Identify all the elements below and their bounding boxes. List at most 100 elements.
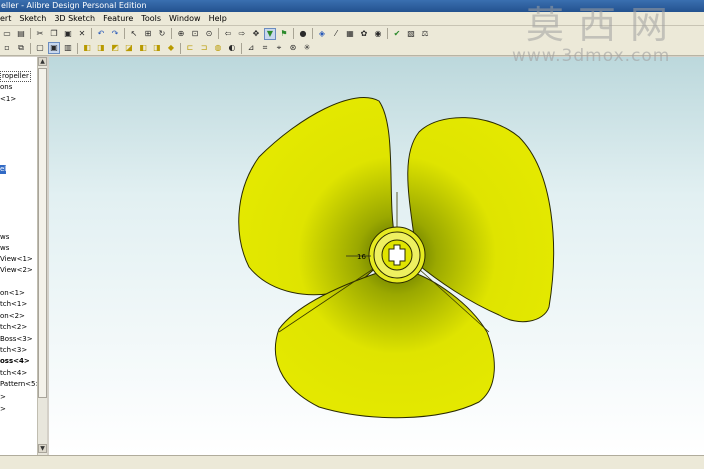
toolbar-separator xyxy=(30,28,31,39)
menu-feature[interactable]: Feature xyxy=(103,12,133,26)
3d-viewport[interactable]: 16 xyxy=(49,57,704,455)
mesh-icon[interactable]: ⊛ xyxy=(287,42,299,54)
explode-icon[interactable]: ✳ xyxy=(301,42,313,54)
analysis-icon[interactable]: ⌗ xyxy=(259,42,271,54)
scroll-down-arrow-icon[interactable]: ▼ xyxy=(38,444,47,453)
measure-line-icon[interactable]: ⁄ xyxy=(330,28,342,40)
new-part-icon[interactable]: ▫ xyxy=(1,42,13,54)
view-right-icon[interactable]: ◨ xyxy=(151,42,163,54)
tree-item-views-2[interactable]: ws xyxy=(0,244,9,253)
sketch-3d-icon[interactable]: ▣ xyxy=(48,42,60,54)
zoom-in-icon[interactable]: ⊕ xyxy=(175,28,187,40)
pan-icon[interactable]: ✥ xyxy=(250,28,262,40)
tree-scrollbar[interactable]: ▲ ▼ xyxy=(37,57,47,455)
tree-item-sketch-4[interactable]: tch<4> xyxy=(0,369,27,378)
toolbar-separator xyxy=(171,28,172,39)
tree-item-extrusion-2[interactable]: on<2> xyxy=(0,312,25,321)
propeller-model[interactable]: 16 xyxy=(49,57,704,455)
print-preview-icon[interactable]: ▤ xyxy=(15,28,27,40)
view-front-icon[interactable]: ◧ xyxy=(81,42,93,54)
view-top-icon[interactable]: ◩ xyxy=(109,42,121,54)
toolbar-separator xyxy=(180,42,181,54)
menu-3d-sketch[interactable]: 3D Sketch xyxy=(54,12,95,26)
checkmark-flag-icon[interactable]: ⚑ xyxy=(278,28,290,40)
tree-item-view-1[interactable]: View<1> xyxy=(0,255,33,264)
view-left-icon[interactable]: ◧ xyxy=(137,42,149,54)
delete-icon[interactable]: ✕ xyxy=(76,28,88,40)
material-icon[interactable]: ◉ xyxy=(372,28,384,40)
tree-item-expander[interactable]: > xyxy=(0,405,6,414)
tree-item-sketch-3[interactable]: tch<3> xyxy=(0,346,27,355)
tree-item-boss-4[interactable]: oss<4> xyxy=(0,357,30,366)
normal-to-icon[interactable]: ⊏ xyxy=(184,42,196,54)
rotate-view-icon[interactable]: ↻ xyxy=(156,28,168,40)
tree-item-extrusion-1[interactable]: on<1> xyxy=(0,289,25,298)
menu-sketch[interactable]: Sketch xyxy=(19,12,46,26)
status-bar xyxy=(0,455,704,469)
tree-item-expander[interactable]: > xyxy=(0,393,6,402)
properties-icon[interactable]: ▧ xyxy=(405,28,417,40)
toolbar-separator xyxy=(312,28,313,39)
menu-insert[interactable]: ert xyxy=(0,12,11,26)
toolbar-separator xyxy=(241,42,242,54)
measurement-icon[interactable]: ⌖ xyxy=(273,42,285,54)
tree-item-views[interactable]: ws xyxy=(0,233,9,242)
select-arrow-icon[interactable]: ↖ xyxy=(128,28,140,40)
tree-item-view-2[interactable]: View<2> xyxy=(0,266,33,275)
feature-filter-icon[interactable]: ▼ xyxy=(264,27,276,40)
toolbar-separator xyxy=(387,28,388,39)
tree-item-configurations[interactable]: ons xyxy=(0,83,12,92)
measure-tool-icon[interactable]: ◈ xyxy=(316,28,328,40)
tree-item-faded-2 xyxy=(0,185,2,194)
redo-icon[interactable]: ↷ xyxy=(109,28,121,40)
copy-icon[interactable]: ❐ xyxy=(48,28,60,40)
toolbar-separator xyxy=(218,28,219,39)
shaded-display-icon[interactable]: ◐ xyxy=(226,42,238,54)
scroll-up-arrow-icon[interactable]: ▲ xyxy=(38,57,47,66)
menu-window[interactable]: Window xyxy=(169,12,201,26)
menu-help[interactable]: Help xyxy=(209,12,227,26)
render-mode-icon[interactable]: ● xyxy=(297,28,309,40)
title-bar: eller - Alibre Design Personal Edition xyxy=(0,0,704,12)
chart-icon[interactable]: ⊿ xyxy=(245,42,257,54)
accept-check-icon[interactable]: ✔ xyxy=(391,28,403,40)
paste-icon[interactable]: ▣ xyxy=(62,28,74,40)
section-view-icon[interactable]: ◍ xyxy=(212,42,224,54)
toolbar-separator xyxy=(124,28,125,39)
scrollbar-thumb[interactable] xyxy=(38,68,47,398)
tree-item-sketch-2[interactable]: tch<2> xyxy=(0,323,27,332)
color-palette-icon[interactable]: ✿ xyxy=(358,28,370,40)
table-icon[interactable]: ▦ xyxy=(344,28,356,40)
menu-tools[interactable]: Tools xyxy=(141,12,161,26)
view-bottom-icon[interactable]: ◪ xyxy=(123,42,135,54)
select-box-icon[interactable]: ⊞ xyxy=(142,28,154,40)
new-assembly-icon[interactable]: ⧉ xyxy=(15,42,27,54)
cut-icon[interactable]: ✂ xyxy=(34,28,46,40)
tree-item-root[interactable]: ropeller xyxy=(0,71,31,82)
zoom-window-icon[interactable]: ⊡ xyxy=(189,28,201,40)
dimension-label[interactable]: 16 xyxy=(357,253,366,261)
menu-bar: ert Sketch 3D Sketch Feature Tools Windo… xyxy=(0,12,704,26)
view-isometric-icon[interactable]: ◆ xyxy=(165,42,177,54)
sketch-2d-icon[interactable]: ▢ xyxy=(34,42,46,54)
standard-toolbar: ▭ ▤ ✂ ❐ ▣ ✕ ↶ ↷ ↖ ⊞ ↻ ⊕ ⊡ ⊙ ⇦ ⇨ ✥ ▼ ⚑ ● … xyxy=(0,26,704,41)
tree-item-selected[interactable]: el xyxy=(0,165,7,174)
print-icon[interactable]: ▭ xyxy=(1,28,13,40)
look-at-icon[interactable]: ⊐ xyxy=(198,42,210,54)
toolbar-separator xyxy=(30,42,31,54)
view-toolbar: ▫ ⧉ ▢ ▣ ▥ ◧ ◨ ◩ ◪ ◧ ◨ ◆ ⊏ ⊐ ◍ ◐ ⊿ ⌗ ⌖ ⊛ … xyxy=(0,41,704,56)
toolbar-separator xyxy=(91,28,92,39)
undo-icon[interactable]: ↶ xyxy=(95,28,107,40)
balance-scale-icon[interactable]: ⚖ xyxy=(419,28,431,40)
next-view-icon[interactable]: ⇨ xyxy=(236,28,248,40)
tree-item-boss-3[interactable]: Boss<3> xyxy=(0,335,33,344)
toolbar-separator xyxy=(293,28,294,39)
tree-item-pattern-5[interactable]: Pattern<5> xyxy=(0,380,41,389)
previous-view-icon[interactable]: ⇦ xyxy=(222,28,234,40)
tree-item-sketch-1[interactable]: tch<1> xyxy=(0,300,27,309)
toolbar-separator xyxy=(77,42,78,54)
view-back-icon[interactable]: ◨ xyxy=(95,42,107,54)
zoom-fit-icon[interactable]: ⊙ xyxy=(203,28,215,40)
tree-item-config-1[interactable]: <1> xyxy=(0,95,16,104)
sketch-grid-icon[interactable]: ▥ xyxy=(62,42,74,54)
